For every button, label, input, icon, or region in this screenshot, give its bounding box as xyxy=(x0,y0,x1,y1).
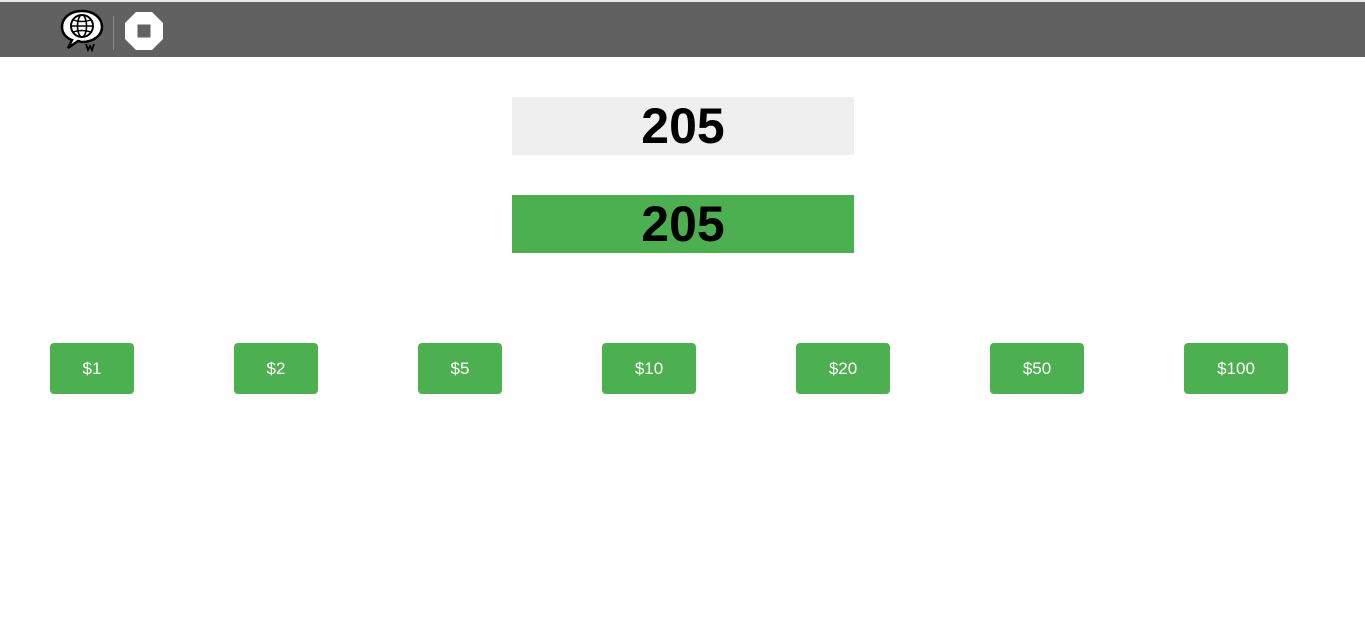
add-100-dollar-button[interactable]: $100 xyxy=(1184,343,1288,394)
target-amount-display: 205 xyxy=(512,97,854,155)
add-1-dollar-button[interactable]: $1 xyxy=(50,343,134,394)
top-toolbar xyxy=(0,2,1365,57)
add-5-dollar-button[interactable]: $5 xyxy=(418,343,502,394)
stop-octagon-icon[interactable] xyxy=(124,11,164,51)
add-10-dollar-button[interactable]: $10 xyxy=(602,343,696,394)
add-50-dollar-button[interactable]: $50 xyxy=(990,343,1084,394)
globe-speech-bubble-icon[interactable] xyxy=(60,8,106,53)
current-amount-display: 205 xyxy=(512,195,854,253)
add-20-dollar-button[interactable]: $20 xyxy=(796,343,890,394)
toolbar-divider xyxy=(113,16,114,50)
add-2-dollar-button[interactable]: $2 xyxy=(234,343,318,394)
